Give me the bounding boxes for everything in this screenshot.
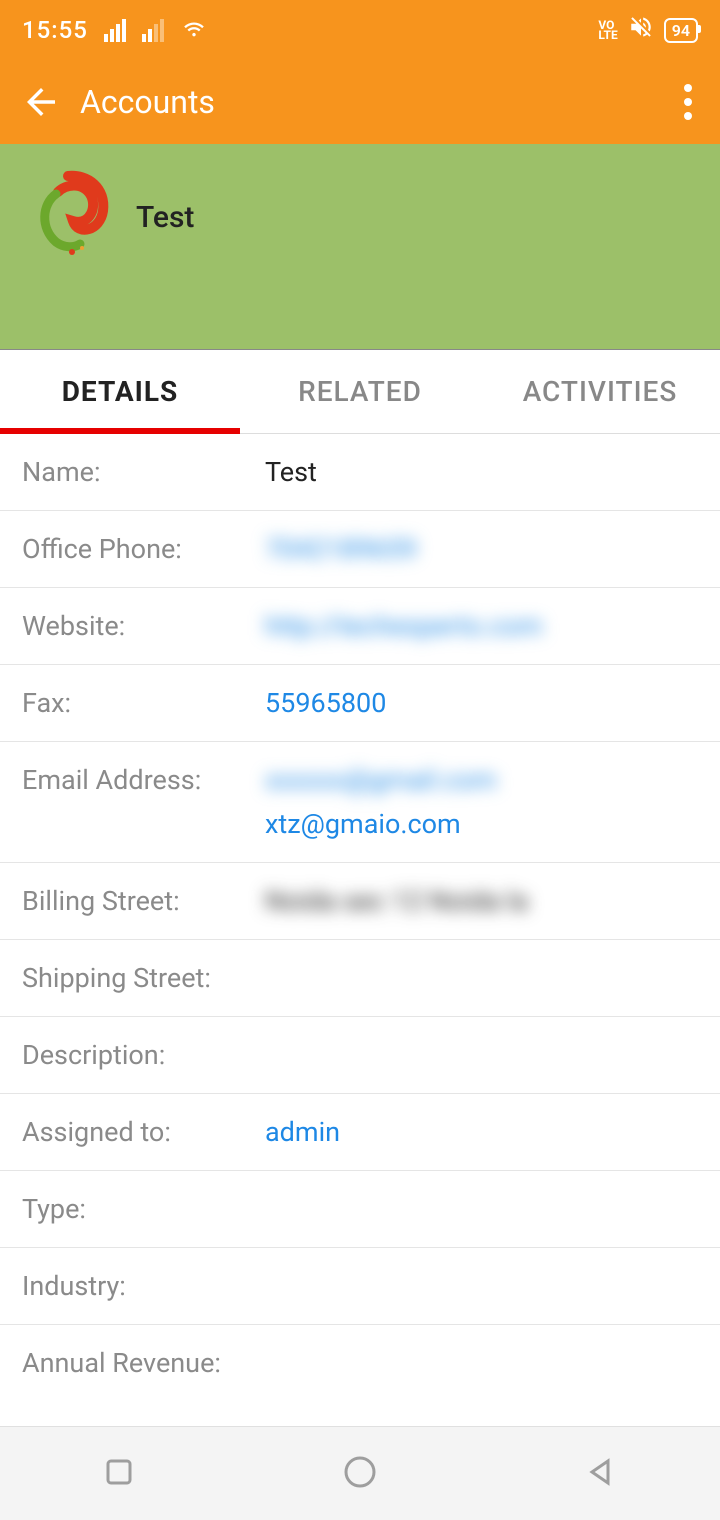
label-annual-revenue: Annual Revenue: (22, 1347, 265, 1379)
value-annual-revenue (265, 1347, 698, 1379)
app-bar-title: Accounts (80, 83, 676, 121)
value-industry (265, 1270, 698, 1302)
wifi-icon (180, 13, 208, 47)
row-shipping-street: Shipping Street: (0, 940, 720, 1017)
value-billing-street: Noida sec 12 Noida la (265, 885, 698, 917)
tab-details[interactable]: DETAILS (0, 350, 240, 433)
value-assigned-to[interactable]: admin (265, 1116, 698, 1148)
row-office-phone: Office Phone: 7042189659 (0, 511, 720, 588)
nav-home-button[interactable] (341, 1453, 379, 1495)
label-billing-street: Billing Street: (22, 885, 265, 917)
row-billing-street: Billing Street: Noida sec 12 Noida la (0, 863, 720, 940)
system-nav-bar (0, 1426, 720, 1520)
label-type: Type: (22, 1193, 265, 1225)
status-bar: 15:55 VO LTE 94 (0, 0, 720, 60)
more-menu-button[interactable] (676, 76, 700, 128)
label-shipping-street: Shipping Street: (22, 962, 265, 994)
account-logo (18, 166, 118, 266)
row-name: Name: Test (0, 434, 720, 511)
account-title: Test (136, 200, 194, 235)
row-annual-revenue: Annual Revenue: (0, 1325, 720, 1401)
tab-related[interactable]: RELATED (240, 350, 480, 433)
label-industry: Industry: (22, 1270, 265, 1302)
value-website[interactable]: http://techesperto.com (265, 610, 698, 642)
value-description (265, 1039, 698, 1071)
tab-activities[interactable]: ACTIVITIES (480, 350, 720, 433)
value-fax[interactable]: 55965800 (265, 687, 698, 719)
row-industry: Industry: (0, 1248, 720, 1325)
row-description: Description: (0, 1017, 720, 1094)
label-assigned-to: Assigned to: (22, 1116, 265, 1148)
row-fax: Fax: 55965800 (0, 665, 720, 742)
battery-icon: 94 (664, 18, 698, 43)
label-name: Name: (22, 456, 265, 488)
row-website: Website: http://techesperto.com (0, 588, 720, 665)
value-office-phone[interactable]: 7042189659 (265, 533, 698, 565)
app-bar: Accounts (0, 60, 720, 144)
value-type (265, 1193, 698, 1225)
status-time: 15:55 (22, 16, 88, 44)
value-name: Test (265, 456, 698, 488)
account-hero: Test (0, 144, 720, 350)
nav-back-button[interactable] (584, 1455, 618, 1493)
row-assigned-to: Assigned to: admin (0, 1094, 720, 1171)
label-fax: Fax: (22, 687, 265, 719)
value-shipping-street (265, 962, 698, 994)
row-type: Type: (0, 1171, 720, 1248)
nav-recent-button[interactable] (102, 1455, 136, 1493)
label-website: Website: (22, 610, 265, 642)
mute-icon (628, 14, 654, 46)
value-email[interactable]: xxxxxx@gmail.com xtz@gmaio.com (265, 764, 698, 840)
details-list[interactable]: Name: Test Office Phone: 7042189659 Webs… (0, 434, 720, 1401)
label-description: Description: (22, 1039, 265, 1071)
signal-icon-2 (142, 19, 164, 42)
label-email: Email Address: (22, 764, 265, 840)
status-right: VO LTE 94 (598, 14, 698, 46)
signal-icon-1 (104, 19, 126, 42)
status-left: 15:55 (22, 13, 208, 47)
row-email: Email Address: xxxxxx@gmail.com xtz@gmai… (0, 742, 720, 863)
volte-icon: VO LTE (598, 20, 617, 40)
back-button[interactable] (20, 81, 62, 123)
label-office-phone: Office Phone: (22, 533, 265, 565)
tabs: DETAILS RELATED ACTIVITIES (0, 350, 720, 434)
